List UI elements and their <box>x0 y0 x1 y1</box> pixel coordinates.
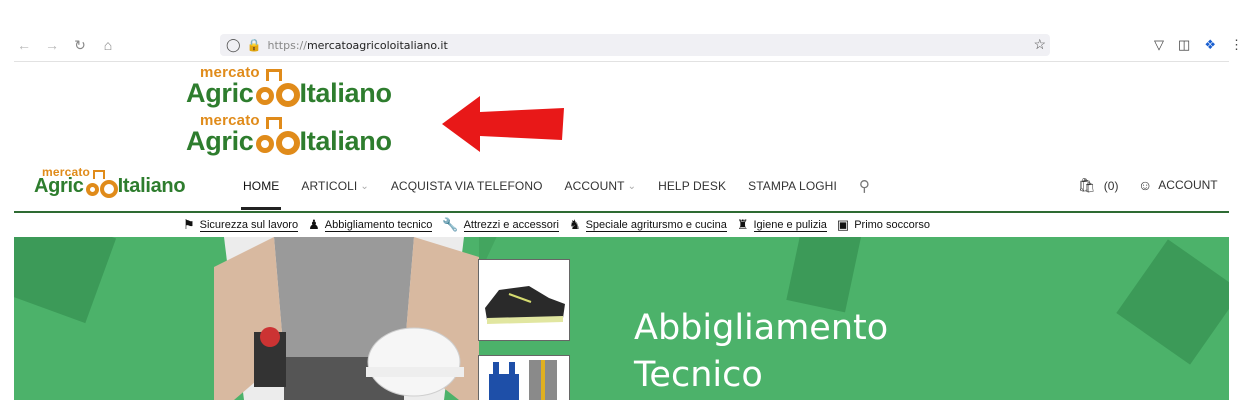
decor-shape <box>786 237 862 313</box>
tractor-icon <box>84 170 118 198</box>
browser-toolbar: ← → ↻ ⌂ ◯ 🔒 https://mercatoagricoloitali… <box>14 34 1243 56</box>
product-shoes-image[interactable] <box>478 259 570 341</box>
home-icon[interactable]: ⌂ <box>98 35 118 55</box>
helmet-icon: ⚑ <box>183 217 195 232</box>
category-sicurezza[interactable]: ⚑ Sicurezza sul lavoro <box>183 217 299 233</box>
shoe-icon <box>485 286 565 324</box>
logo-large-1: mercato Agric Italiano <box>186 64 392 109</box>
worker-image <box>214 237 479 400</box>
account-button[interactable]: ☺ ACCOUNT <box>1138 177 1218 193</box>
header-divider <box>14 211 1229 213</box>
tractor-icon <box>254 117 300 157</box>
menu-icon[interactable]: ⋮ <box>1230 37 1243 53</box>
decor-shape <box>1116 239 1229 365</box>
chevron-down-icon: ⌄ <box>360 180 369 192</box>
category-attrezzi[interactable]: 🔧 Attrezzi e accessori <box>442 217 559 233</box>
browser-right-icons: ▽ ◫ ❖ ⋮ <box>1154 34 1243 56</box>
extension-icon[interactable]: ❖ <box>1204 37 1216 53</box>
chef-icon: ♞ <box>568 217 581 232</box>
forward-icon[interactable]: → <box>42 35 62 55</box>
cart-button[interactable]: 🛍 (0) <box>1078 177 1118 194</box>
wrench-icon: 🔧 <box>442 217 459 232</box>
header-logo[interactable]: mercato Agric Italiano <box>34 165 234 205</box>
bookmark-star-icon[interactable]: ☆ <box>1033 36 1046 53</box>
category-agriturismo[interactable]: ♞ Speciale agritursmo e cucina <box>569 217 727 233</box>
page: ← → ↻ ⌂ ◯ 🔒 https://mercatoagricoloitali… <box>0 0 1243 420</box>
main-nav: HOME ARTICOLI ⌄ ACQUISTA VIA TELEFONO ACC… <box>243 177 870 195</box>
nav-articoli[interactable]: ARTICOLI ⌄ <box>301 179 368 193</box>
hero-banner[interactable]: Abbigliamento Tecnico <box>14 237 1229 400</box>
search-icon[interactable]: ⚲ <box>859 177 870 195</box>
sidebar-icon[interactable]: ◫ <box>1178 37 1190 53</box>
nav-account[interactable]: ACCOUNT ⌄ <box>565 179 637 193</box>
url-text: https://mercatoagricoloitaliano.it <box>267 38 448 52</box>
shield-icon[interactable]: ◯ <box>226 37 241 53</box>
chevron-down-icon: ⌄ <box>627 180 637 192</box>
nav-helpdesk[interactable]: HELP DESK <box>658 179 726 193</box>
product-overalls-image[interactable] <box>478 355 570 400</box>
hero-title: Abbigliamento Tecnico <box>634 308 889 395</box>
cleaning-icon: ♜ <box>736 217 749 232</box>
back-icon[interactable]: ← <box>14 35 34 55</box>
first-aid-icon: ▣ <box>836 217 850 232</box>
user-icon: ☺ <box>1138 177 1153 193</box>
users-icon: ♟ <box>308 217 320 232</box>
home-underline <box>241 207 281 210</box>
decor-shape <box>14 237 117 324</box>
category-bar: ⚑ Sicurezza sul lavoro ♟ Abbigliamento tec… <box>183 216 940 234</box>
category-abbigliamento[interactable]: ♟ Abbigliamento tecnico <box>308 217 433 233</box>
pocket-icon[interactable]: ▽ <box>1154 37 1164 53</box>
reload-icon[interactable]: ↻ <box>70 35 90 55</box>
site-header: mercato Agric Italiano HOME ARTICOLI ⌄ ACQ… <box>14 163 1229 210</box>
logo-large-2: mercato Agric Italiano <box>186 112 392 157</box>
category-igiene[interactable]: ♜ Igiene e pulizia <box>737 217 827 233</box>
bag-icon: 🛍 <box>1078 177 1096 193</box>
nav-acquista[interactable]: ACQUISTA VIA TELEFONO <box>391 179 543 193</box>
overalls-icon <box>489 360 557 400</box>
nav-home[interactable]: HOME <box>243 179 279 193</box>
tractor-icon <box>254 69 300 109</box>
lock-icon[interactable]: 🔒 <box>247 38 262 52</box>
address-bar[interactable]: ◯ 🔒 https://mercatoagricoloitaliano.it ☆ <box>220 34 1050 56</box>
nav-stampa[interactable]: STAMPA LOGHI <box>748 179 837 193</box>
red-arrow-icon <box>442 96 564 152</box>
category-primo-soccorso[interactable]: ▣ Primo soccorso <box>837 217 930 233</box>
